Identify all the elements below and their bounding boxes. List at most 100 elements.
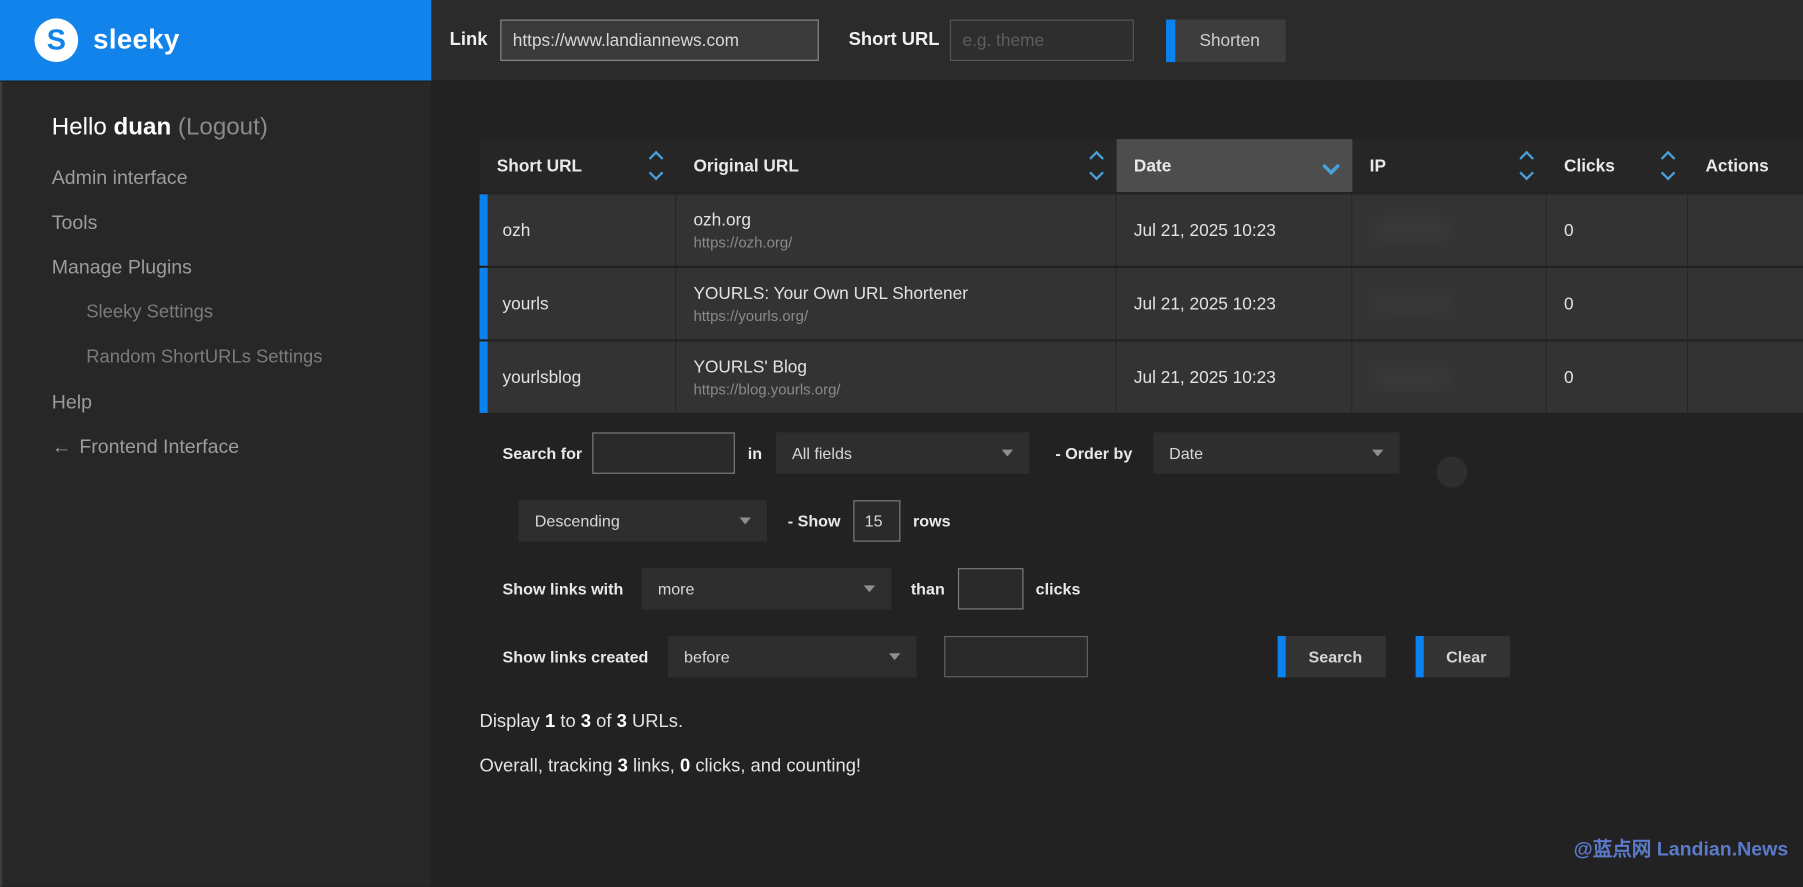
created-compare-select[interactable]: before (668, 636, 916, 677)
short-url-cell: ozh (480, 194, 677, 265)
chevron-up-icon (1519, 151, 1534, 166)
in-label: in (748, 444, 762, 462)
ip-cell (1352, 342, 1546, 413)
search-filters: Search for in All fields - Order by Date… (503, 432, 1803, 677)
dropdown-arrow-icon (889, 653, 901, 660)
ip-cell (1352, 268, 1546, 339)
shorten-button[interactable]: Shorten (1166, 19, 1285, 62)
clicks-cell: 0 (1547, 268, 1688, 339)
sidebar-item-random-shorturls-settings[interactable]: Random ShortURLs Settings (52, 344, 432, 372)
date-cell: Jul 21, 2025 10:23 (1117, 342, 1353, 413)
show-label: - Show (788, 512, 841, 530)
clicks-threshold-input[interactable] (957, 568, 1023, 609)
brand-logo: S sleeky (0, 0, 431, 81)
username: duan (114, 114, 172, 140)
filter-row-sort: Descending - Show rows (503, 500, 1803, 541)
redacted-ip (1370, 217, 1453, 242)
search-input[interactable] (593, 432, 736, 473)
link-label: Link (450, 30, 488, 51)
clicks-compare-select[interactable]: more (642, 568, 892, 609)
main-content: Short URL Original URL Date IP (431, 82, 1803, 887)
show-links-with-label: Show links with (503, 580, 624, 598)
clicks-label: clicks (1036, 580, 1081, 598)
watermark: @蓝点网 Landian.News (1574, 833, 1789, 862)
row-accent-bar (480, 194, 488, 265)
app-window: S sleeky Link Short URL Shorten Hello du… (0, 0, 1803, 887)
column-header-actions: Actions (1688, 139, 1803, 192)
button-accent-bar (1415, 636, 1423, 677)
column-header-clicks[interactable]: Clicks (1547, 139, 1688, 192)
ip-cell (1352, 194, 1546, 265)
original-url-link: https://blog.yourls.org/ (693, 380, 1098, 397)
short-url-label: Short URL (849, 30, 940, 51)
sidebar-item-manage-plugins[interactable]: Manage Plugins (52, 254, 432, 282)
sidebar-item-tools[interactable]: Tools (52, 209, 432, 237)
date-cell: Jul 21, 2025 10:23 (1117, 194, 1353, 265)
decorative-circle (1436, 457, 1467, 488)
order-by-select[interactable]: Date (1153, 432, 1399, 473)
chevron-down-icon (1089, 166, 1104, 181)
column-header-short-url[interactable]: Short URL (480, 139, 677, 192)
links-table: Short URL Original URL Date IP (480, 139, 1803, 413)
search-button[interactable]: Search (1277, 636, 1385, 677)
chevron-down-icon (1519, 166, 1534, 181)
rows-count-input[interactable] (853, 500, 900, 541)
shorten-form: Link Short URL Shorten (431, 0, 1803, 81)
filter-row-search: Search for in All fields - Order by Date (503, 432, 1803, 473)
date-cell: Jul 21, 2025 10:23 (1117, 268, 1353, 339)
dropdown-arrow-icon (864, 585, 876, 592)
search-in-select[interactable]: All fields (776, 432, 1029, 473)
actions-cell (1688, 194, 1803, 265)
brand-name: sleeky (93, 24, 180, 56)
original-url-link: https://yourls.org/ (693, 306, 1098, 323)
clicks-cell: 0 (1547, 194, 1688, 265)
short-url-input[interactable] (950, 20, 1134, 61)
chevron-up-icon (1089, 151, 1104, 166)
overall-stats-text: Overall, tracking 3 links, 0 clicks, and… (480, 757, 1803, 778)
sort-toggle-icon[interactable] (1091, 153, 1101, 178)
table-row: yourls YOURLS: Your Own URL Shortener ht… (480, 268, 1803, 339)
chevron-up-icon (1661, 151, 1676, 166)
dropdown-arrow-icon (1001, 450, 1013, 457)
search-for-label: Search for (503, 444, 583, 462)
back-arrow-icon: ← (52, 436, 72, 458)
column-header-original-url[interactable]: Original URL (676, 139, 1116, 192)
original-url-cell: YOURLS: Your Own URL Shortener https://y… (676, 268, 1116, 339)
table-header-row: Short URL Original URL Date IP (480, 139, 1803, 192)
sort-toggle-icon[interactable] (651, 153, 661, 178)
column-header-date[interactable]: Date (1117, 139, 1353, 192)
sort-toggle-icon[interactable] (1521, 153, 1531, 178)
top-bar: S sleeky Link Short URL Shorten (0, 0, 1803, 82)
sort-toggle-icon[interactable] (1663, 153, 1673, 178)
sidebar-item-frontend-interface[interactable]: ←Frontend Interface (52, 434, 432, 462)
row-accent-bar (480, 268, 488, 339)
than-label: than (911, 580, 945, 598)
clicks-cell: 0 (1547, 342, 1688, 413)
user-greeting: Hello duan (Logout) (52, 114, 432, 142)
show-links-created-label: Show links created (503, 647, 649, 665)
original-url-cell: YOURLS' Blog https://blog.yourls.org/ (676, 342, 1116, 413)
filter-row-clicks: Show links with more than clicks (503, 568, 1803, 609)
logout-link[interactable]: (Logout) (171, 114, 268, 140)
sidebar-nav: Admin interface Tools Manage Plugins Sle… (52, 164, 432, 461)
dropdown-arrow-icon (739, 518, 751, 525)
button-accent-bar (1277, 636, 1285, 677)
sidebar-item-help[interactable]: Help (52, 389, 432, 417)
rows-label: rows (913, 512, 951, 530)
sidebar: Hello duan (Logout) Admin interface Tool… (0, 82, 431, 887)
chevron-up-icon (649, 151, 664, 166)
chevron-down-icon (1661, 166, 1676, 181)
dropdown-arrow-icon (1372, 450, 1384, 457)
created-date-input[interactable] (944, 636, 1088, 677)
link-input[interactable] (500, 20, 819, 61)
short-url-cell: yourlsblog (480, 342, 677, 413)
table-row: yourlsblog YOURLS' Blog https://blog.you… (480, 342, 1803, 413)
sidebar-item-admin-interface[interactable]: Admin interface (52, 164, 432, 192)
sort-direction-select[interactable]: Descending (519, 500, 767, 541)
actions-cell (1688, 268, 1803, 339)
table-row: ozh ozh.org https://ozh.org/ Jul 21, 202… (480, 194, 1803, 265)
actions-cell (1688, 342, 1803, 413)
clear-button[interactable]: Clear (1415, 636, 1509, 677)
column-header-ip[interactable]: IP (1352, 139, 1546, 192)
sidebar-item-sleeky-settings[interactable]: Sleeky Settings (52, 299, 432, 327)
